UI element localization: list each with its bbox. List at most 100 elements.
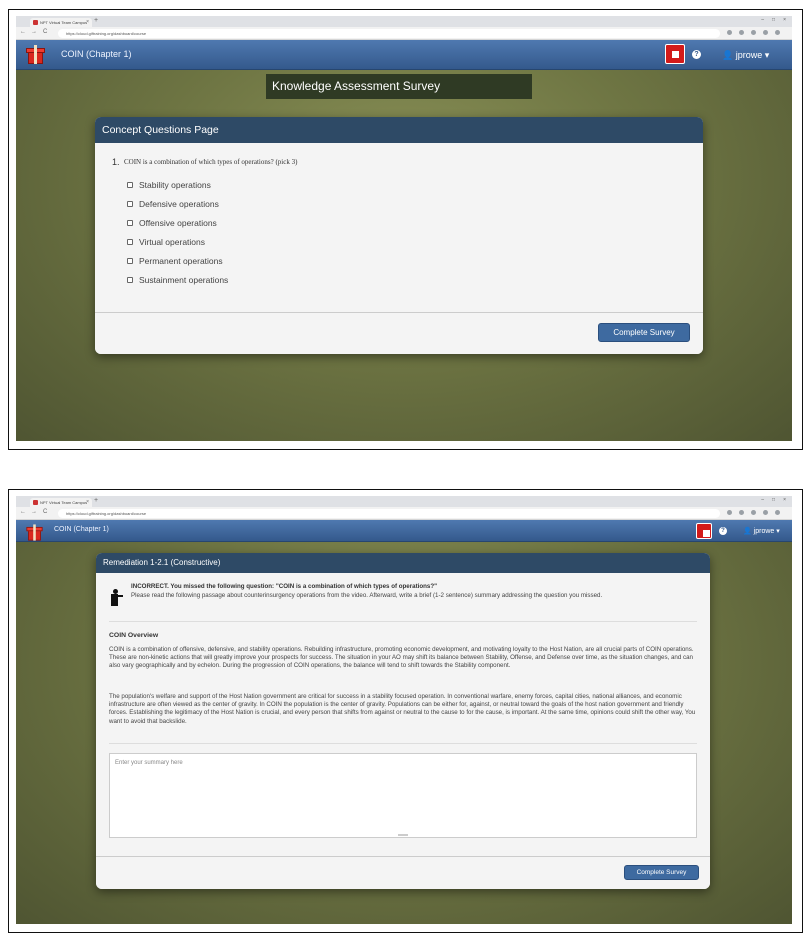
extension-icon[interactable] xyxy=(763,30,768,35)
option-label: Sustainment operations xyxy=(139,275,229,285)
browser-tab-title: NPT Virtual Team Campus xyxy=(40,500,88,505)
complete-survey-button[interactable]: Complete Survey xyxy=(624,865,699,880)
remediation-panel: Remediation 1-2.1 (Constructive) INCORRE… xyxy=(96,553,710,889)
user-icon: 👤 xyxy=(743,528,752,535)
user-name: jprowe xyxy=(735,50,763,60)
top-navbar: COIN (Chapter 1) ? 👤 jprowe ▾ xyxy=(16,520,792,542)
incorrect-heading: INCORRECT. You missed the following ques… xyxy=(131,583,438,590)
panel-title: Concept Questions Page xyxy=(95,117,703,143)
browser-tab-title: NPT Virtual Team Campus xyxy=(40,20,88,25)
option-label: Defensive operations xyxy=(139,199,219,209)
checkbox[interactable] xyxy=(127,220,133,226)
menu-icon[interactable] xyxy=(775,510,780,515)
option-permanent[interactable]: Permanent operations xyxy=(127,256,223,266)
divider xyxy=(109,743,697,744)
reload-icon[interactable]: C xyxy=(43,509,47,515)
checkbox[interactable] xyxy=(127,277,133,283)
divider xyxy=(109,621,697,622)
gift-logo-icon[interactable] xyxy=(26,45,45,64)
extension-icon[interactable] xyxy=(727,30,732,35)
option-virtual[interactable]: Virtual operations xyxy=(127,237,205,247)
app-viewport: COIN (Chapter 1) ? 👤 jprowe ▾ Knowledge … xyxy=(16,40,792,441)
new-tab-icon[interactable]: + xyxy=(94,17,98,24)
checkbox[interactable] xyxy=(127,182,133,188)
back-icon[interactable]: ← xyxy=(20,509,26,515)
back-icon[interactable]: ← xyxy=(20,29,26,35)
browser-tab-row: NPT Virtual Team Campus × + – □ × xyxy=(16,496,792,507)
caret-down-icon: ▾ xyxy=(776,528,780,535)
new-tab-icon[interactable]: + xyxy=(94,497,98,504)
favicon-icon xyxy=(33,20,38,25)
user-menu[interactable]: 👤 jprowe ▾ xyxy=(743,527,780,535)
address-bar[interactable]: https://cloud.giftraining.org/dashboard/… xyxy=(58,509,720,518)
question-number: 1. xyxy=(112,157,120,167)
resize-handle-icon[interactable] xyxy=(398,834,408,836)
option-label: Permanent operations xyxy=(139,256,223,266)
menu-icon[interactable] xyxy=(775,30,780,35)
screenshot-survey-question: NPT Virtual Team Campus × + – □ × ← → C … xyxy=(8,9,803,450)
extension-icon[interactable] xyxy=(763,510,768,515)
checkbox[interactable] xyxy=(127,258,133,264)
user-menu[interactable]: 👤 jprowe ▾ xyxy=(722,50,769,61)
course-title[interactable]: COIN (Chapter 1) xyxy=(54,526,109,533)
summary-textarea[interactable]: Enter your summary here xyxy=(109,753,697,838)
screenshot-remediation: NPT Virtual Team Campus × + – □ × ← → C … xyxy=(8,489,803,933)
panel-footer: Complete Survey xyxy=(95,312,703,354)
top-navbar: COIN (Chapter 1) ? 👤 jprowe ▾ xyxy=(16,40,792,70)
stop-button[interactable] xyxy=(696,523,712,539)
user-name: jprowe xyxy=(753,528,775,535)
caret-down-icon: ▾ xyxy=(764,50,770,60)
stop-button[interactable] xyxy=(665,44,685,64)
instructions-text: Please read the following passage about … xyxy=(131,592,603,599)
paragraph-2: The population's welfare and support of … xyxy=(109,693,696,725)
extension-icon[interactable] xyxy=(727,510,732,515)
option-label: Stability operations xyxy=(139,180,211,190)
forward-icon[interactable]: → xyxy=(31,509,37,515)
help-icon[interactable]: ? xyxy=(719,527,727,535)
browser-nav-row: ← → C https://cloud.giftraining.org/dash… xyxy=(16,507,792,520)
window-close-icon[interactable]: × xyxy=(783,17,786,23)
browser-tab[interactable]: NPT Virtual Team Campus × xyxy=(30,498,92,507)
gift-logo-icon[interactable] xyxy=(26,524,43,541)
question-text: COIN is a combination of which types of … xyxy=(124,158,298,166)
panel-title: Remediation 1-2.1 (Constructive) xyxy=(96,553,710,573)
panel-footer: Complete Survey xyxy=(96,856,710,889)
forward-icon[interactable]: → xyxy=(31,29,37,35)
favicon-icon xyxy=(33,500,38,505)
extension-icon[interactable] xyxy=(739,510,744,515)
extension-icon[interactable] xyxy=(739,30,744,35)
option-offensive[interactable]: Offensive operations xyxy=(127,218,217,228)
browser-nav-row: ← → C https://cloud.giftraining.org/dash… xyxy=(16,27,792,40)
extension-icon[interactable] xyxy=(751,510,756,515)
close-tab-icon[interactable]: × xyxy=(86,18,89,27)
concept-questions-panel: Concept Questions Page 1. COIN is a comb… xyxy=(95,117,703,354)
browser-tab[interactable]: NPT Virtual Team Campus × xyxy=(30,18,92,27)
summary-placeholder: Enter your summary here xyxy=(115,760,183,766)
minimize-icon[interactable]: – xyxy=(761,497,764,503)
maximize-icon[interactable]: □ xyxy=(772,17,775,23)
minimize-icon[interactable]: – xyxy=(761,17,764,23)
section-title: COIN Overview xyxy=(109,632,159,639)
browser-chrome: NPT Virtual Team Campus × + – □ × ← → C … xyxy=(16,16,792,40)
app-viewport: COIN (Chapter 1) ? 👤 jprowe ▾ Remediatio… xyxy=(16,520,792,924)
help-icon[interactable]: ? xyxy=(692,50,701,59)
user-icon: 👤 xyxy=(722,50,734,60)
option-defensive[interactable]: Defensive operations xyxy=(127,199,219,209)
soldier-silhouette-icon xyxy=(109,589,123,606)
option-sustainment[interactable]: Sustainment operations xyxy=(127,275,228,285)
course-title[interactable]: COIN (Chapter 1) xyxy=(61,49,132,59)
option-label: Virtual operations xyxy=(139,237,205,247)
survey-header: Knowledge Assessment Survey xyxy=(266,74,532,99)
reload-icon[interactable]: C xyxy=(43,29,47,35)
paragraph-1: COIN is a combination of offensive, defe… xyxy=(109,646,694,670)
address-bar[interactable]: https://cloud.giftraining.org/dashboard/… xyxy=(58,29,720,38)
maximize-icon[interactable]: □ xyxy=(772,497,775,503)
checkbox[interactable] xyxy=(127,239,133,245)
browser-tab-row: NPT Virtual Team Campus × + – □ × xyxy=(16,16,792,27)
complete-survey-button[interactable]: Complete Survey xyxy=(598,323,690,342)
close-tab-icon[interactable]: × xyxy=(86,498,89,507)
extension-icon[interactable] xyxy=(751,30,756,35)
option-stability[interactable]: Stability operations xyxy=(127,180,211,190)
window-close-icon[interactable]: × xyxy=(783,497,786,503)
checkbox[interactable] xyxy=(127,201,133,207)
